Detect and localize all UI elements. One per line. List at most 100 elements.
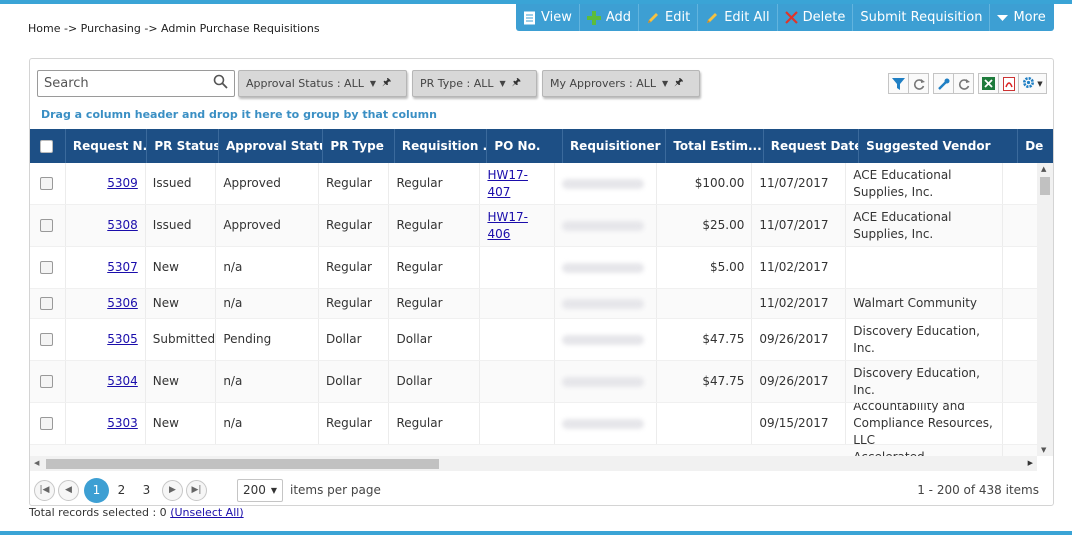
horizontal-scroll-thumb[interactable] xyxy=(46,459,439,469)
more-button[interactable]: More xyxy=(990,4,1052,31)
pr-type-filter[interactable]: PR Type : ALL ▼ 🖈 xyxy=(412,70,537,97)
next-page-button[interactable]: ▶ xyxy=(162,479,183,501)
requisitioner-cell xyxy=(555,163,657,204)
edit-all-button[interactable]: Edit All xyxy=(698,4,778,31)
total-estimate-cell: $25.00 xyxy=(657,205,753,246)
column-approval-status[interactable]: Approval Status xyxy=(219,129,324,163)
requisitioner-cell xyxy=(555,289,657,318)
requisition-cell: Regular xyxy=(389,163,481,204)
refresh-filter-icon[interactable] xyxy=(908,73,929,94)
search-input[interactable] xyxy=(44,76,213,91)
scroll-down-arrow-icon[interactable]: ▼ xyxy=(1041,446,1046,454)
last-page-icon: ▶| xyxy=(191,485,202,495)
last-page-button[interactable]: ▶| xyxy=(186,479,207,501)
close-icon xyxy=(784,11,798,24)
column-total-estimate[interactable]: Total Estim... xyxy=(666,129,764,163)
po-no-link[interactable]: HW17-407 xyxy=(480,163,555,204)
row-checkbox[interactable] xyxy=(30,205,66,246)
column-description[interactable]: De xyxy=(1018,129,1053,163)
unselect-all-link[interactable]: (Unselect All) xyxy=(170,506,243,519)
pin-icon[interactable]: 🖈 xyxy=(512,75,521,92)
first-page-icon: |◀ xyxy=(39,485,50,495)
table-row[interactable]: 5305 Submitted Pending Dollar Dollar $47… xyxy=(30,319,1037,361)
scroll-up-arrow-icon[interactable]: ▲ xyxy=(1041,165,1046,173)
excel-icon[interactable] xyxy=(978,73,999,94)
pin-icon[interactable]: 🖈 xyxy=(382,75,391,92)
request-no-link[interactable]: 5309 xyxy=(66,163,146,204)
pdf-icon[interactable] xyxy=(998,73,1019,94)
first-page-button[interactable]: |◀ xyxy=(34,479,55,501)
row-checkbox[interactable] xyxy=(30,319,66,360)
table-row[interactable]: Accelerated Construction xyxy=(30,445,1037,456)
table-row[interactable]: 5307 New n/a Regular Regular $5.00 11/02… xyxy=(30,247,1037,289)
po-no-link[interactable] xyxy=(480,319,555,360)
table-row[interactable]: 5308 Issued Approved Regular Regular HW1… xyxy=(30,205,1037,247)
approval-status-cell: n/a xyxy=(216,289,319,318)
row-checkbox[interactable] xyxy=(30,163,66,204)
request-no-link[interactable]: 5308 xyxy=(66,205,146,246)
vertical-scrollbar[interactable]: ▲ ▼ xyxy=(1037,163,1053,456)
column-po-no[interactable]: PO No. xyxy=(487,129,563,163)
request-no-link[interactable]: 5307 xyxy=(66,247,146,288)
request-no-link[interactable]: 5306 xyxy=(66,289,146,318)
column-request-no[interactable]: Request N... xyxy=(66,129,148,163)
search-box xyxy=(37,70,235,97)
delete-button[interactable]: Delete xyxy=(778,4,854,31)
pencil-icon xyxy=(705,11,719,25)
wrench-icon[interactable] xyxy=(933,73,954,94)
row-checkbox[interactable] xyxy=(30,247,66,288)
column-pr-type[interactable]: PR Type xyxy=(323,129,395,163)
horizontal-scrollbar[interactable]: ◀ ▶ xyxy=(30,456,1037,471)
scroll-right-arrow-icon[interactable]: ▶ xyxy=(1028,459,1033,467)
my-approvers-filter[interactable]: My Approvers : ALL ▼ 🖈 xyxy=(542,70,700,97)
table-row[interactable]: 5309 Issued Approved Regular Regular HW1… xyxy=(30,163,1037,205)
column-requisition[interactable]: Requisition ... xyxy=(395,129,488,163)
column-suggested-vendor[interactable]: Suggested Vendor xyxy=(859,129,1019,163)
submit-requisition-button[interactable]: Submit Requisition xyxy=(853,4,991,31)
select-all-checkbox[interactable] xyxy=(30,129,66,163)
po-no-link[interactable]: HW17-406 xyxy=(480,205,555,246)
vertical-scroll-thumb[interactable] xyxy=(1040,177,1050,195)
row-checkbox[interactable] xyxy=(30,289,66,318)
po-no-link[interactable] xyxy=(480,289,555,318)
approval-status-filter[interactable]: Approval Status : ALL ▼ 🖈 xyxy=(238,70,407,97)
page-3-button[interactable]: 3 xyxy=(134,478,159,503)
page-1-button[interactable]: 1 xyxy=(84,477,109,503)
request-date-cell: 09/15/2017 xyxy=(752,403,847,444)
row-checkbox[interactable] xyxy=(30,403,66,444)
table-row[interactable]: 5304 New n/a Dollar Dollar $47.75 09/26/… xyxy=(30,361,1037,403)
pr-type-cell: Regular xyxy=(319,163,390,204)
search-icon[interactable] xyxy=(213,74,228,93)
add-button[interactable]: Add xyxy=(580,4,640,31)
po-no-link[interactable] xyxy=(480,361,555,402)
settings-menu[interactable]: ▼ xyxy=(1018,73,1047,94)
request-date-cell: 11/02/2017 xyxy=(752,247,847,288)
edit-button[interactable]: Edit xyxy=(639,4,699,31)
request-no-link[interactable]: 5304 xyxy=(66,361,146,402)
view-button[interactable]: View xyxy=(516,4,580,31)
column-requisitioner[interactable]: Requisitioner xyxy=(563,129,667,163)
request-date-cell: 11/07/2017 xyxy=(752,205,847,246)
items-per-page-select[interactable]: 200 ▼ xyxy=(237,478,283,502)
pin-icon[interactable]: 🖈 xyxy=(674,75,683,92)
column-request-date[interactable]: Request Date xyxy=(764,129,860,163)
pr-type-cell: Regular xyxy=(319,289,390,318)
request-no-link[interactable]: 5305 xyxy=(66,319,146,360)
column-pr-status[interactable]: PR Status xyxy=(147,129,219,163)
filter-icon[interactable] xyxy=(888,73,909,94)
table-row[interactable]: 5303 New n/a Regular Regular 09/15/2017 … xyxy=(30,403,1037,445)
vendor-cell: Discovery Education, Inc. xyxy=(846,361,1003,402)
caret-down-icon: ▼ xyxy=(662,79,669,88)
previous-page-button[interactable]: ◀ xyxy=(58,479,79,501)
refresh-icon[interactable] xyxy=(953,73,974,94)
po-no-link[interactable] xyxy=(480,247,555,288)
pr-type-filter-label: PR Type : ALL xyxy=(420,77,494,90)
po-no-link[interactable] xyxy=(480,403,555,444)
table-row[interactable]: 5306 New n/a Regular Regular 11/02/2017 … xyxy=(30,289,1037,319)
my-approvers-filter-label: My Approvers : ALL xyxy=(550,77,657,90)
requisition-cell: Regular xyxy=(389,289,481,318)
scroll-left-arrow-icon[interactable]: ◀ xyxy=(34,459,39,467)
row-checkbox[interactable] xyxy=(30,361,66,402)
request-no-link[interactable]: 5303 xyxy=(66,403,146,444)
page-2-button[interactable]: 2 xyxy=(109,478,134,503)
